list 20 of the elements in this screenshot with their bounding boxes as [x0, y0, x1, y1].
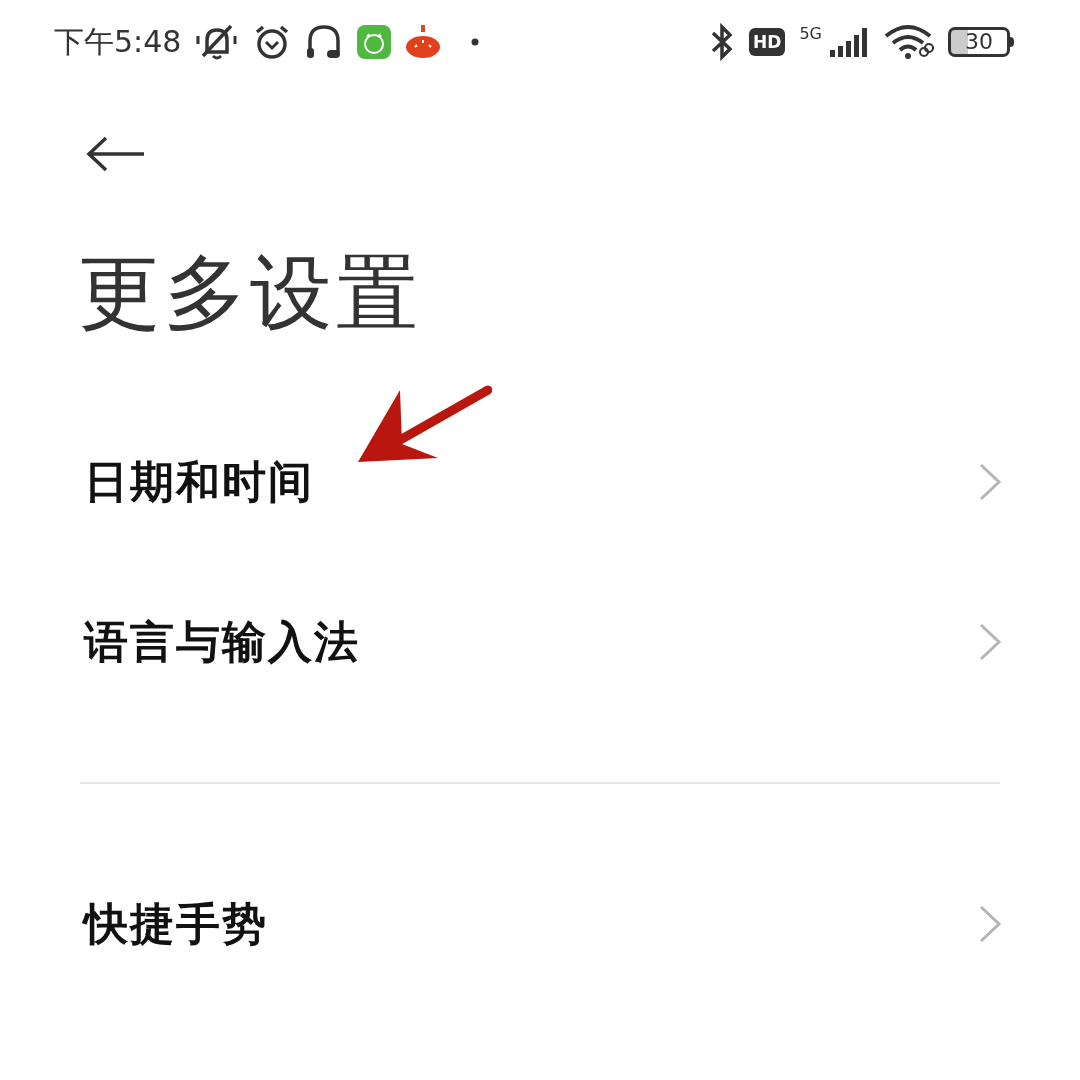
settings-item[interactable]: 语言与输入法 [0, 562, 1080, 722]
app-icon [357, 25, 392, 59]
page-title: 更多设置 [78, 252, 423, 334]
chevron-icon [978, 622, 1002, 662]
status-time: 下午5:48 [54, 27, 182, 57]
more-dot-icon [471, 38, 480, 46]
settings-item[interactable]: 快捷手势 [0, 844, 1080, 1004]
muted-bell-icon [195, 22, 240, 62]
item-label: 语言与输入法 [84, 615, 360, 669]
item-label: 日期和时间 [84, 455, 314, 509]
app-icon [405, 25, 442, 59]
battery-level: 30 [948, 27, 1010, 57]
settings-item[interactable]: 日期和时间 [0, 402, 1080, 562]
chevron-icon [978, 462, 1002, 502]
network-label: 5G [799, 26, 822, 42]
hd-badge: HD [749, 28, 786, 56]
chevron-icon [978, 904, 1002, 944]
item-label: 快捷手势 [84, 897, 268, 951]
wifi-icon [884, 24, 934, 60]
back-arrow-icon[interactable] [86, 136, 146, 172]
